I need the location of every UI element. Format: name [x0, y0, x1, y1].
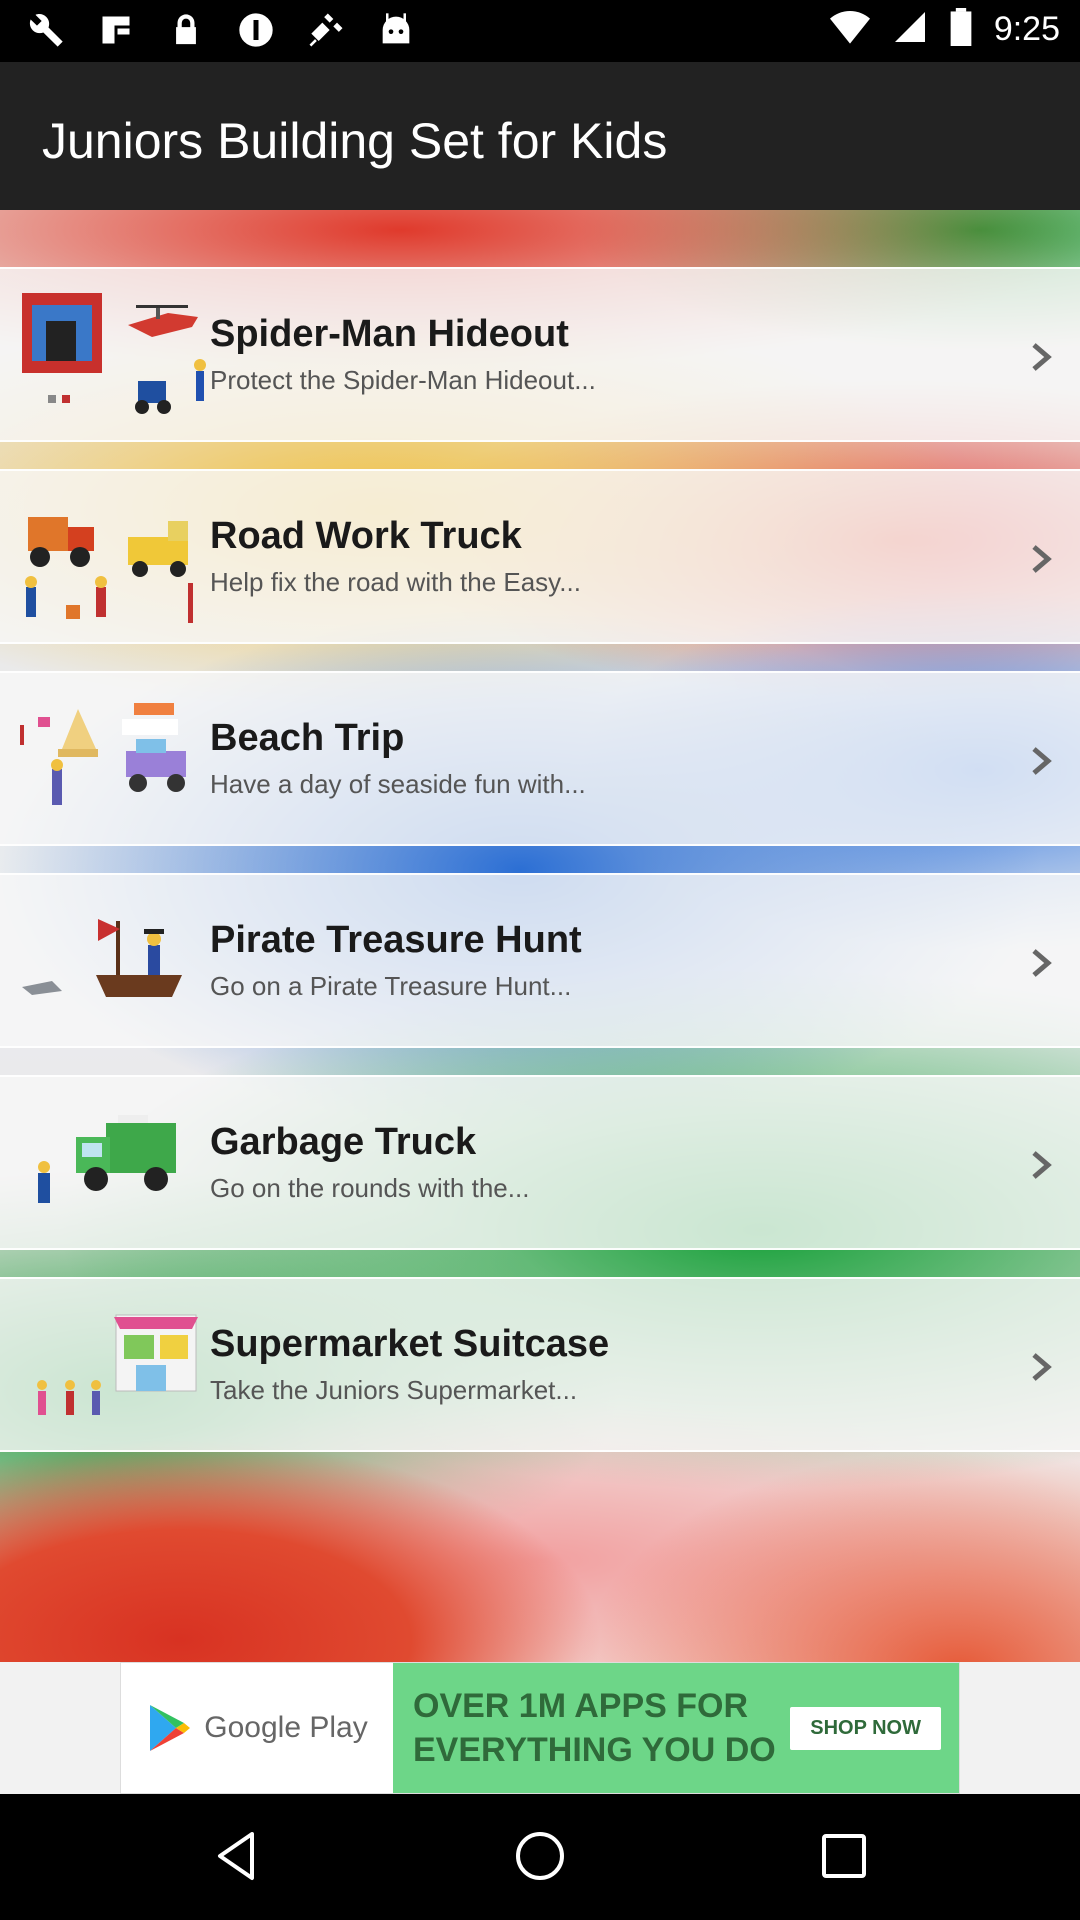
- item-title: Beach Trip: [210, 717, 405, 759]
- chevron-right-icon: [1032, 1353, 1052, 1381]
- ad-message: OVER 1M APPS FOR EVERYTHING YOU DO SHOP …: [393, 1663, 959, 1793]
- recents-icon[interactable]: [812, 1824, 876, 1888]
- satellite-icon: [304, 8, 348, 52]
- android-icon: [374, 8, 418, 52]
- notification-icons: [24, 8, 418, 52]
- pirate-treasure-hunt-thumbnail: [22, 919, 182, 997]
- google-play-brand: Google Play: [121, 1663, 393, 1793]
- ad-container: Google Play OVER 1M APPS FOR EVERYTHING …: [0, 1662, 1080, 1794]
- spider-man-hideout-thumbnail: [22, 293, 206, 414]
- list-item-pirate-treasure-hunt[interactable]: Pirate Treasure Hunt Go on a Pirate Trea…: [0, 873, 1080, 1048]
- item-title: Spider-Man Hideout: [210, 313, 569, 355]
- supermarket-suitcase-thumbnail: [37, 1314, 198, 1415]
- back-icon[interactable]: [206, 1824, 270, 1888]
- lock-icon: [164, 8, 208, 52]
- page-title: Juniors Building Set for Kids: [42, 113, 668, 169]
- list-item-road-work-truck[interactable]: Road Work Truck Help fix the road with t…: [0, 469, 1080, 644]
- ad-banner[interactable]: Google Play OVER 1M APPS FOR EVERYTHING …: [120, 1662, 960, 1794]
- status-time: 9:25: [993, 10, 1060, 48]
- item-title: Supermarket Suitcase: [210, 1323, 610, 1365]
- ad-headline-2: EVERYTHING YOU DO: [413, 1731, 776, 1769]
- wifi-icon: [829, 10, 870, 49]
- item-subtitle: Protect the Spider-Man Hideout...: [210, 365, 596, 395]
- item-subtitle: Go on a Pirate Treasure Hunt...: [210, 971, 572, 1001]
- product-list: Spider-Man Hideout Protect the Spider-Ma…: [0, 267, 1080, 1479]
- list-item-supermarket-suitcase[interactable]: Supermarket Suitcase Take the Juniors Su…: [0, 1277, 1080, 1452]
- google-play-icon: [150, 1705, 191, 1751]
- status-bar: 9:25: [0, 0, 1080, 62]
- item-title: Garbage Truck: [210, 1121, 477, 1163]
- content-area: Spider-Man Hideout Protect the Spider-Ma…: [0, 210, 1080, 1662]
- item-subtitle: Help fix the road with the Easy...: [210, 567, 581, 597]
- chevron-right-icon: [1032, 949, 1052, 977]
- home-icon[interactable]: [508, 1824, 572, 1888]
- road-work-truck-thumbnail: [25, 517, 193, 623]
- garbage-truck-thumbnail: [38, 1115, 176, 1203]
- item-subtitle: Go on the rounds with the...: [210, 1173, 530, 1203]
- item-title: Road Work Truck: [210, 515, 522, 557]
- signal-icon: [892, 9, 928, 50]
- google-play-label: Google Play: [204, 1711, 368, 1744]
- app-bar: Juniors Building Set for Kids: [0, 62, 1080, 210]
- ad-headline-1: OVER 1M APPS FOR: [413, 1687, 749, 1725]
- list-item-garbage-truck[interactable]: Garbage Truck Go on the rounds with the.…: [0, 1075, 1080, 1250]
- document-icon: [94, 8, 138, 52]
- beach-trip-thumbnail: [20, 703, 186, 805]
- chevron-right-icon: [1032, 545, 1052, 573]
- chevron-right-icon: [1032, 747, 1052, 775]
- list-item-beach-trip[interactable]: Beach Trip Have a day of seaside fun wit…: [0, 671, 1080, 846]
- shop-now-button[interactable]: SHOP NOW: [790, 1706, 941, 1750]
- alert-icon: [234, 8, 278, 52]
- list-item-spider-man-hideout[interactable]: Spider-Man Hideout Protect the Spider-Ma…: [0, 267, 1080, 442]
- item-title: Pirate Treasure Hunt: [210, 919, 582, 961]
- chevron-right-icon: [1032, 343, 1052, 371]
- chevron-right-icon: [1032, 1151, 1052, 1179]
- item-subtitle: Take the Juniors Supermarket...: [210, 1375, 578, 1405]
- wrench-icon: [24, 8, 68, 52]
- battery-icon: [950, 8, 972, 51]
- navigation-bar: [0, 1794, 1080, 1920]
- item-subtitle: Have a day of seaside fun with...: [210, 769, 586, 799]
